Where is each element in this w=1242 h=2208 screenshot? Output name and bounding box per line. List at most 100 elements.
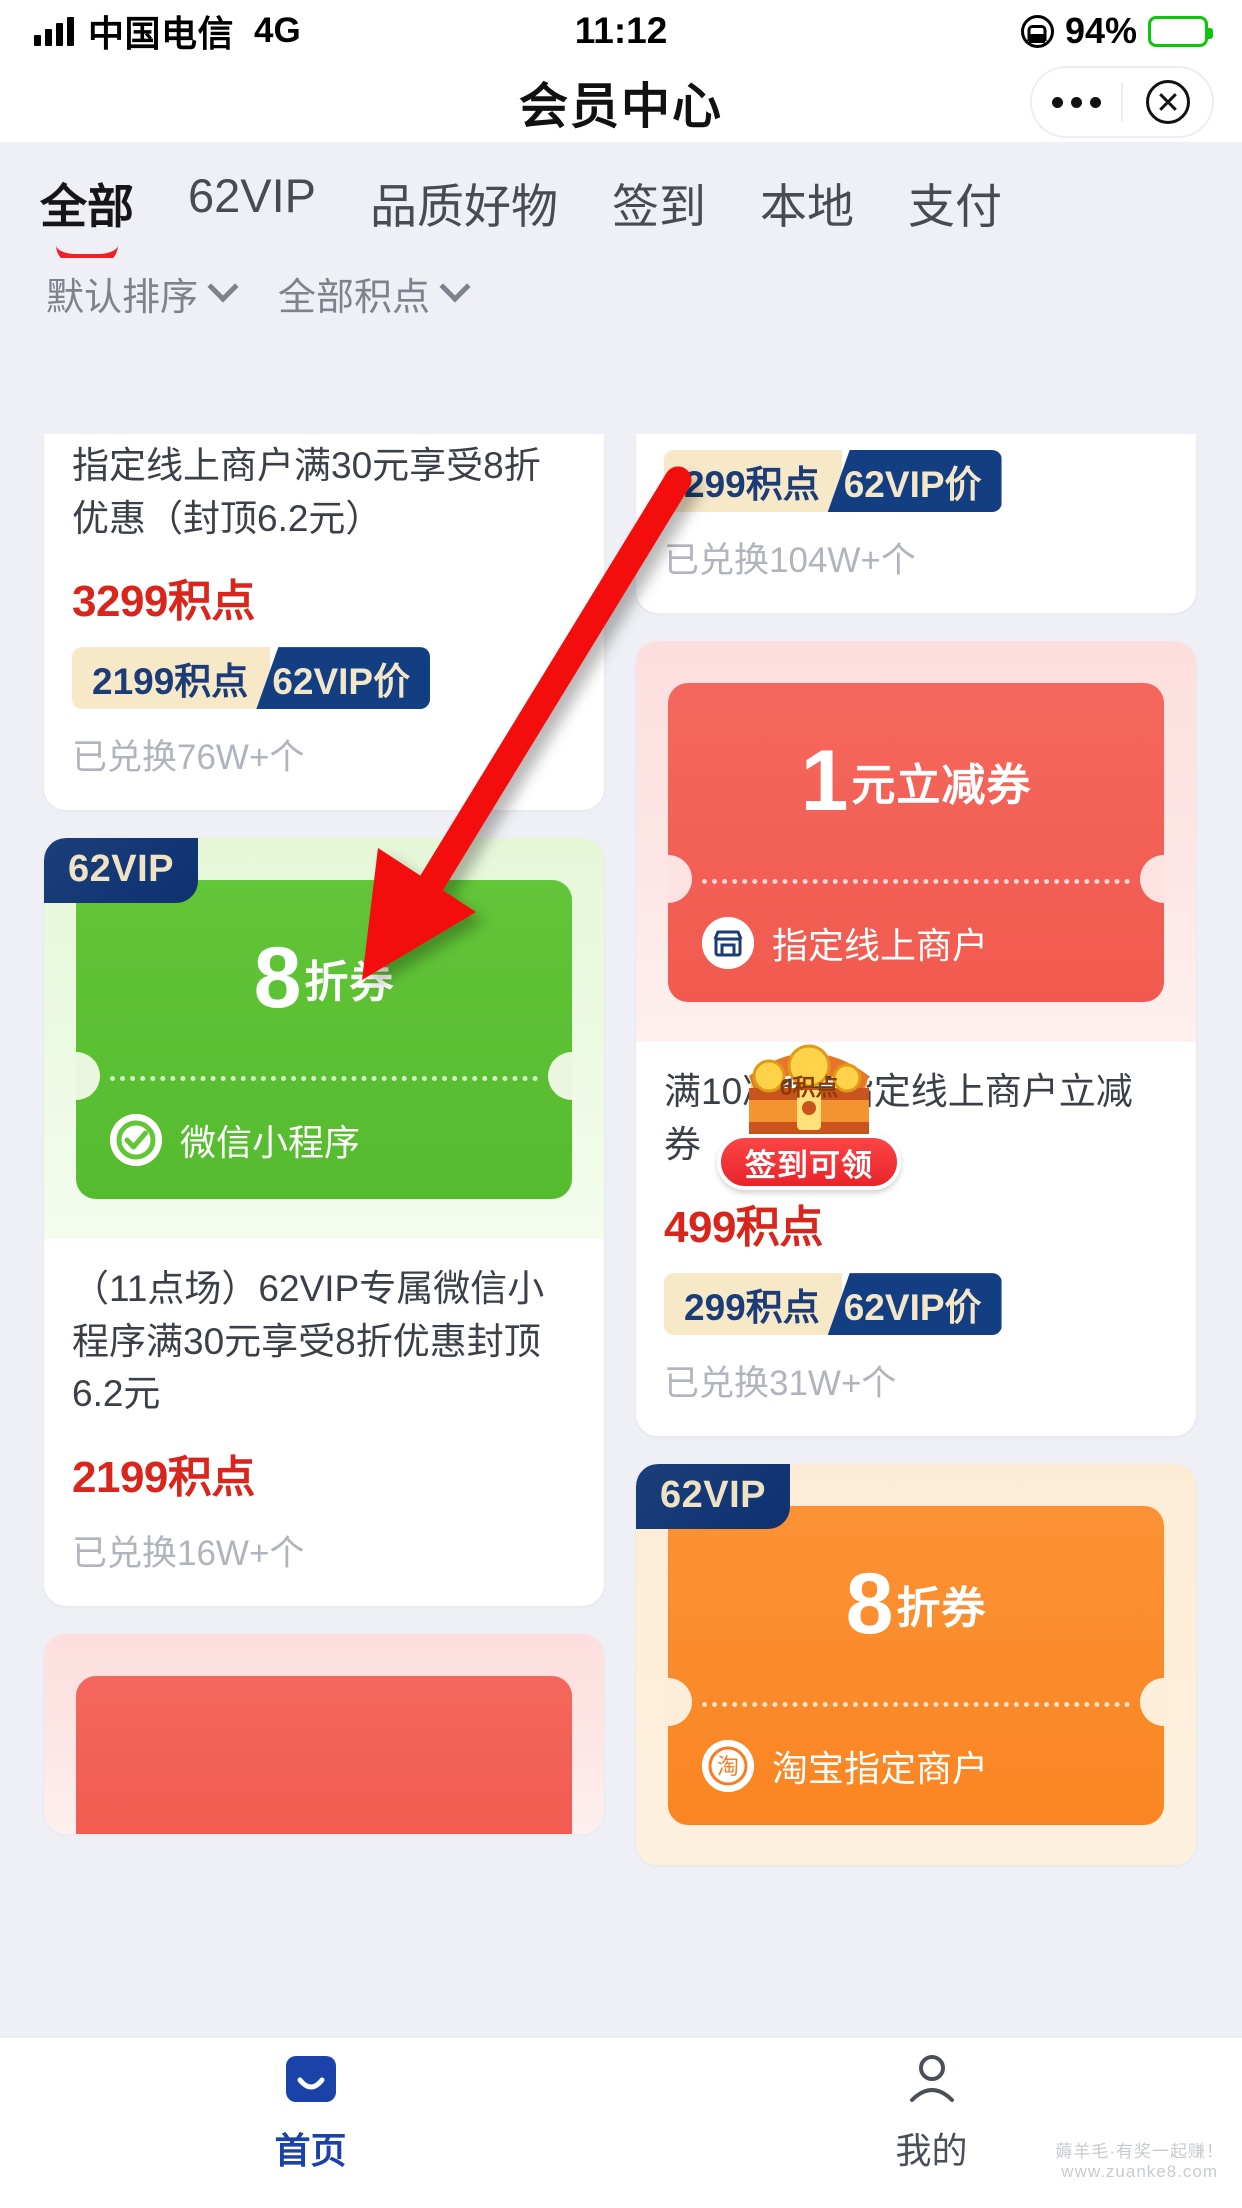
coupon-unit: 折券 — [304, 958, 395, 1008]
mini-program-capsule[interactable] — [1030, 66, 1214, 138]
coupon-feed[interactable]: 指定线上商户满30元享受8折优惠（封顶6.2元） 3299积点 2199积点 6… — [0, 434, 1242, 2036]
coupon-unit: 折券 — [896, 1584, 987, 1634]
tab-all[interactable]: 全部 — [40, 168, 134, 258]
rotation-lock-icon — [1020, 14, 1054, 48]
tab-label: 签到 — [612, 180, 707, 233]
vip-points-label: 299积点 — [664, 1273, 842, 1336]
feed-column-left: 指定线上商户满30元享受8折优惠（封顶6.2元） 3299积点 2199积点 6… — [44, 434, 604, 1862]
coupon-card[interactable]: 指定线上商户满30元享受8折优惠（封顶6.2元） 3299积点 2199积点 6… — [44, 434, 604, 811]
coupon-amount-row: 1 元立减券 — [668, 683, 1164, 879]
watermark-line-2: www.zuanke8.com — [1061, 2162, 1219, 2181]
vip-tag-label: 62VIP价 — [256, 647, 431, 710]
close-circle-icon[interactable] — [1145, 80, 1190, 124]
tab-checkin[interactable]: 签到 — [612, 168, 706, 237]
coupon-price: 499积点 — [664, 1203, 823, 1253]
vip-price-badge: 299积点 62VIP价 — [664, 450, 1002, 512]
coupon-merchant: 微信小程序 — [180, 1122, 361, 1164]
coupon-merchant: 指定线上商户 — [772, 925, 989, 966]
vip-points-label: 2199积点 — [72, 647, 271, 710]
coupon-price: 3299积点 — [72, 577, 255, 627]
vip-tag-label: 62VIP价 — [827, 1273, 1002, 1336]
vip-badge: 62VIP — [636, 1464, 791, 1530]
coupon-merchant-row: 淘 淘宝指定商户 — [668, 1707, 1164, 1825]
coupon-ticket: 8 折券 淘 淘宝指定商户 — [668, 1506, 1164, 1826]
redeemed-count: 已兑换16W+个 — [72, 1533, 305, 1573]
bottom-nav-profile[interactable]: 我的 — [621, 2038, 1242, 2208]
coupon-unit: 元立减券 — [851, 761, 1032, 810]
tab-62vip[interactable]: 62VIP — [188, 168, 316, 223]
chevron-down-icon[interactable] — [439, 270, 471, 302]
coupon-ticket: 8 折券 微信小程序 — [76, 880, 572, 1200]
svg-text:淘: 淘 — [717, 1754, 739, 1779]
vip-tag-label: 62VIP价 — [827, 450, 1002, 512]
tab-payment[interactable]: 支付 — [908, 168, 1002, 237]
status-bar-right: 94% ⚡ — [1020, 10, 1213, 52]
coupon-artwork: 1 元立减券 指定线上商户 — [636, 641, 1196, 1042]
coupon-merchant-row: 微信小程序 — [76, 1081, 572, 1199]
bottom-tab-bar[interactable]: 首页 我的 — [0, 2036, 1242, 2208]
category-tabs[interactable]: 全部 62VIP 品质好物 签到 本地 支付 — [0, 142, 1242, 258]
tab-label: 支付 — [908, 180, 1003, 233]
more-dots-icon[interactable] — [1032, 96, 1121, 108]
bottom-nav-home-label: 首页 — [274, 2130, 347, 2171]
coupon-merchant: 淘宝指定商户 — [772, 1748, 989, 1790]
sort-filter[interactable]: 默认排序 — [46, 266, 239, 321]
bottom-nav-home[interactable]: 首页 — [0, 2038, 621, 2208]
coupon-card[interactable]: 62VIP 8 折券 微信小程序 （11点场）62VIP专属微信小程序满30元享… — [44, 838, 604, 1606]
battery-icon: ⚡ — [1148, 15, 1213, 47]
tab-label: 全部 — [40, 180, 134, 233]
tab-label: 品质好物 — [370, 180, 559, 233]
vip-price-badge: 299积点 62VIP价 — [664, 1273, 1002, 1336]
coupon-card[interactable]: 62VIP 8 折券 淘 淘宝指定商户 — [636, 1464, 1196, 1866]
redeemed-count: 已兑换31W+个 — [664, 1364, 897, 1404]
vip-points-label: 299积点 — [664, 450, 842, 512]
coupon-artwork: 62VIP 8 折券 微信小程序 — [44, 838, 604, 1240]
coupon-title: 指定线上商户满30元享受8折优惠（封顶6.2元） — [72, 445, 541, 539]
home-icon — [285, 2056, 336, 2102]
coupon-amount: 1 — [800, 733, 849, 829]
coupon-card[interactable] — [44, 1633, 604, 1834]
coupon-merchant-row: 指定线上商户 — [668, 884, 1164, 1002]
coupon-card[interactable]: 1 元立减券 指定线上商户 满10减1元指定线上商户立减券 499积点 299积… — [636, 641, 1196, 1437]
coupon-card[interactable]: 299积点 62VIP价 已兑换104W+个 — [636, 434, 1196, 613]
vip-price-badge: 2199积点 62VIP价 — [72, 647, 431, 710]
bottom-nav-profile-label: 我的 — [895, 2130, 968, 2171]
coupon-artwork — [44, 1633, 604, 1834]
filter-bar[interactable]: 默认排序 全部积点 — [0, 258, 1242, 343]
tab-label: 62VIP — [188, 169, 317, 222]
coupon-ticket: 1 元立减券 指定线上商户 — [668, 683, 1164, 1002]
tab-label: 本地 — [760, 180, 855, 233]
battery-percent-label: 94% — [1064, 10, 1137, 51]
sort-filter-label: 默认排序 — [46, 277, 199, 319]
checkin-chest-widget[interactable]: 6积点 签到可领 — [717, 1030, 901, 1190]
coupon-amount-row: 8 折券 — [668, 1506, 1164, 1702]
store-icon — [702, 917, 754, 969]
page-title: 会员中心 — [518, 79, 723, 134]
coupon-amount: 8 — [253, 930, 302, 1027]
person-icon — [909, 2055, 954, 2102]
tab-local[interactable]: 本地 — [760, 168, 854, 237]
coupon-artwork: 62VIP 8 折券 淘 淘宝指定商户 — [636, 1464, 1196, 1866]
watermark-line-1: 薅羊毛·有奖一起赚！ — [1055, 2142, 1224, 2161]
status-bar: 中国电信 4G 11:12 94% ⚡ — [0, 0, 1242, 62]
coupon-price: 2199积点 — [72, 1452, 255, 1502]
taobao-icon: 淘 — [702, 1740, 754, 1793]
coupon-title: （11点场）62VIP专属微信小程序满30元享受8折优惠封顶6.2元 — [72, 1268, 545, 1415]
tab-quality-goods[interactable]: 品质好物 — [370, 168, 558, 237]
coupon-amount: 8 — [845, 1556, 894, 1653]
chest-points-label: 6积点 — [779, 1074, 839, 1100]
checkin-cta-button[interactable]: 签到可领 — [717, 1134, 901, 1190]
chevron-down-icon[interactable] — [207, 270, 239, 302]
coupon-amount-row: 8 折券 — [76, 880, 572, 1076]
checkin-cta-label: 签到可领 — [745, 1147, 873, 1183]
close-button[interactable] — [1123, 80, 1212, 124]
redeemed-count: 已兑换104W+个 — [664, 541, 916, 580]
vip-badge: 62VIP — [44, 838, 199, 904]
wechat-check-icon — [110, 1114, 162, 1167]
coupon-ticket — [76, 1675, 572, 1834]
redeemed-count: 已兑换76W+个 — [72, 738, 305, 778]
tab-active-underline — [56, 245, 118, 258]
navigation-bar: 会员中心 — [0, 62, 1242, 142]
points-filter-label: 全部积点 — [278, 277, 431, 319]
points-filter[interactable]: 全部积点 — [278, 266, 471, 321]
